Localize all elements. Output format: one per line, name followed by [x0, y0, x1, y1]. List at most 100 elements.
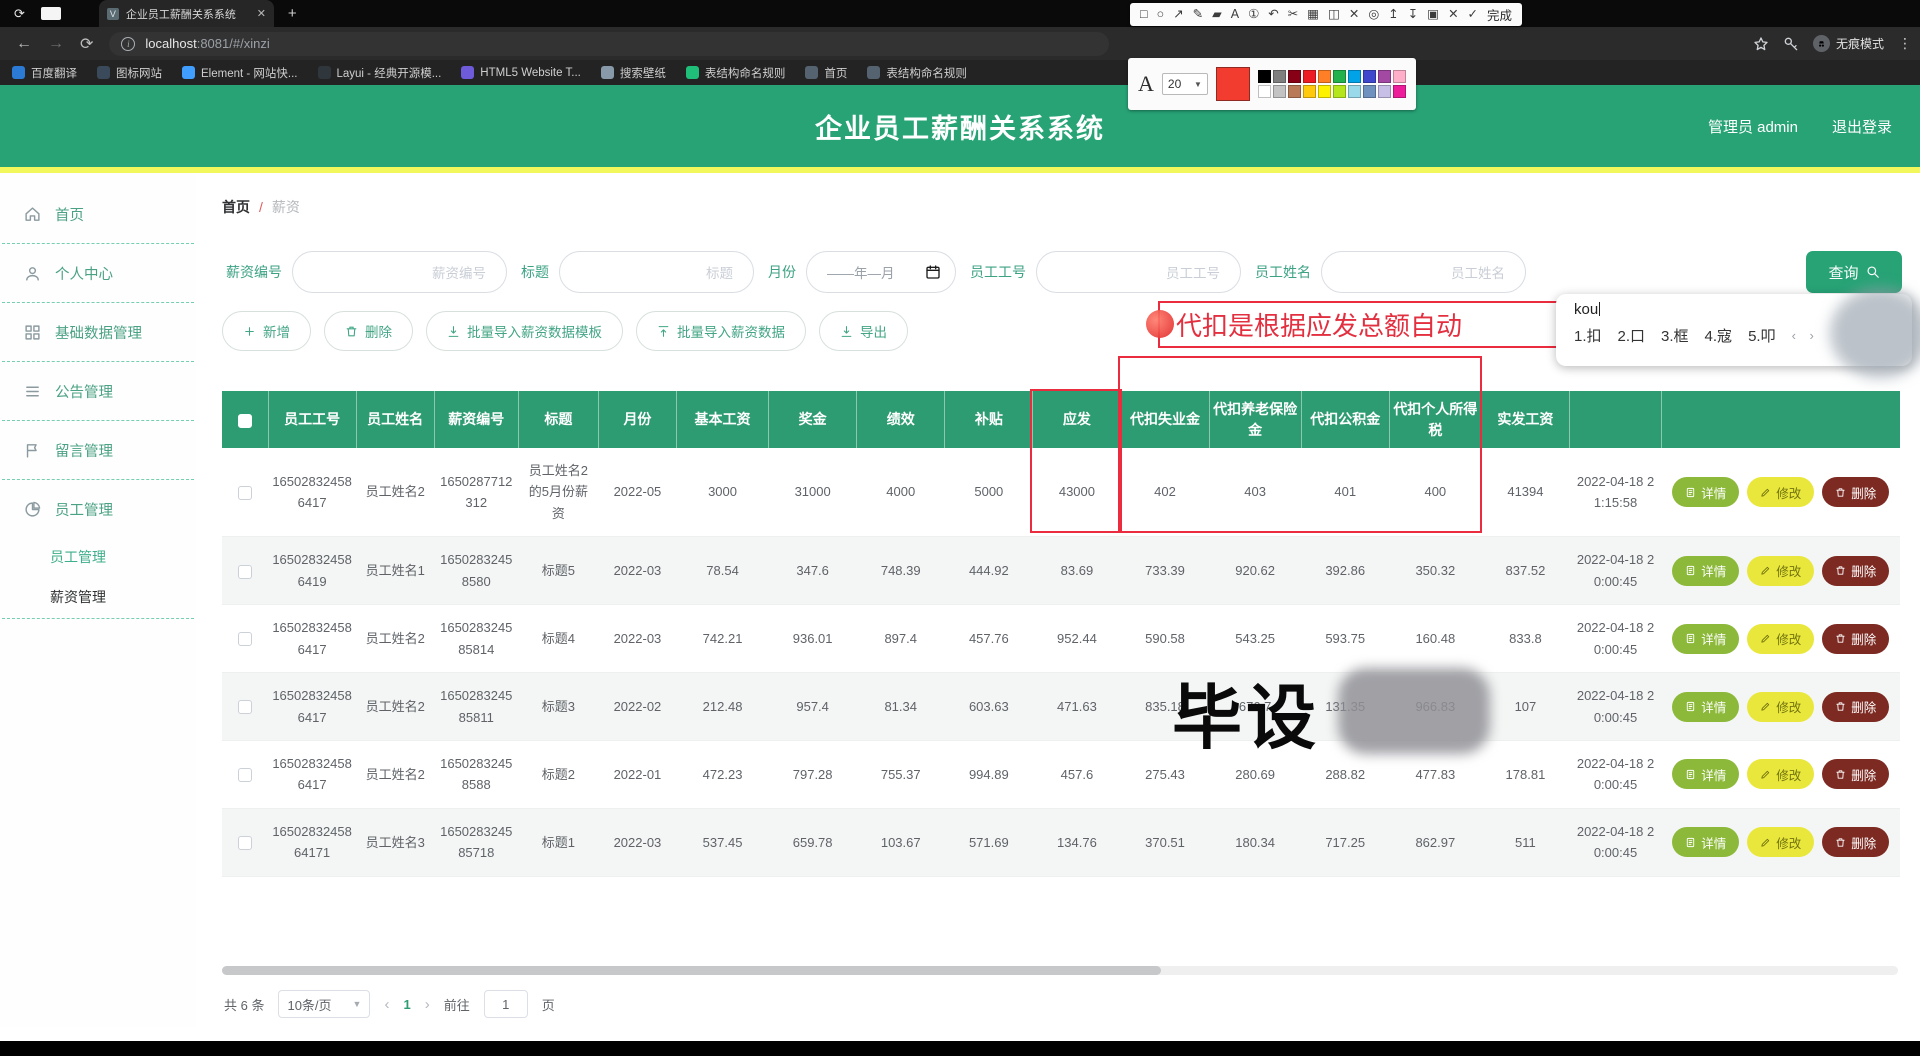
filter-input-标题[interactable]: 标题 — [559, 251, 754, 293]
new-tab-button[interactable]: + — [288, 5, 297, 22]
row-checkbox[interactable] — [238, 632, 253, 647]
palette-swatch[interactable] — [1392, 70, 1406, 83]
bookmark-star-icon[interactable] — [1753, 36, 1769, 52]
row-action-修改[interactable]: 修改 — [1747, 691, 1815, 722]
horizontal-scrollbar[interactable] — [222, 966, 1898, 975]
row-checkbox[interactable] — [238, 486, 253, 500]
bookmark-item[interactable]: HTML5 Website T... — [461, 66, 581, 79]
bookmark-item[interactable]: Element - 网站快... — [182, 65, 298, 81]
palette-swatch[interactable] — [1362, 85, 1376, 98]
row-checkbox[interactable] — [238, 700, 253, 715]
ellipse-icon[interactable]: ○ — [1157, 8, 1165, 21]
row-action-修改[interactable]: 修改 — [1747, 477, 1815, 508]
close-icon[interactable]: ✕ — [1349, 8, 1359, 21]
row-checkbox[interactable] — [238, 836, 253, 851]
palette-swatch[interactable] — [1287, 70, 1301, 83]
undo-icon[interactable]: ↶ — [1268, 8, 1278, 21]
ime-candidate[interactable]: 3.框 — [1661, 325, 1689, 346]
current-page[interactable]: 1 — [403, 997, 410, 1012]
row-action-详情[interactable]: 详情 — [1672, 477, 1740, 508]
reload-icon[interactable]: ⟳ — [80, 34, 93, 54]
ime-pager-arrows[interactable]: ‹ › — [1792, 328, 1819, 343]
refresh-icon[interactable]: ⟳ — [14, 6, 25, 22]
toolbar-button-批量导入薪资数据模板[interactable]: 批量导入薪资数据模板 — [426, 311, 623, 351]
row-action-删除[interactable]: 删除 — [1822, 759, 1890, 790]
row-action-删除[interactable]: 删除 — [1822, 827, 1890, 858]
save-icon[interactable]: ▣ — [1427, 8, 1439, 21]
bookmark-item[interactable]: 表结构命名规则 — [685, 65, 785, 81]
ime-candidate[interactable]: 5.叩 — [1748, 325, 1776, 346]
key-icon[interactable] — [1783, 36, 1799, 52]
bookmark-item[interactable]: 图标网站 — [97, 65, 162, 81]
palette-swatch[interactable] — [1272, 70, 1286, 83]
row-action-删除[interactable]: 删除 — [1822, 623, 1890, 654]
row-action-删除[interactable]: 删除 — [1822, 555, 1890, 586]
sidebar-subitem-员工管理[interactable]: 员工管理 — [0, 538, 196, 576]
filter-input-员工姓名[interactable]: 员工姓名 — [1321, 251, 1526, 293]
site-info-icon[interactable]: i — [121, 36, 136, 51]
row-action-删除[interactable]: 删除 — [1822, 691, 1890, 722]
bookmark-item[interactable]: 百度翻译 — [12, 65, 77, 81]
palette-swatch[interactable] — [1377, 85, 1391, 98]
sidebar-item-基础数据管理[interactable]: 基础数据管理 — [0, 312, 196, 352]
sidebar-item-员工管理[interactable]: 员工管理 — [0, 489, 196, 529]
font-size-select[interactable]: 20 ▼ — [1161, 73, 1208, 95]
palette-swatch[interactable] — [1317, 70, 1331, 83]
sidebar-item-首页[interactable]: 首页 — [0, 194, 196, 234]
row-action-详情[interactable]: 详情 — [1672, 759, 1740, 790]
row-action-详情[interactable]: 详情 — [1672, 555, 1740, 586]
menu-kebab-icon[interactable]: ⋮ — [1898, 35, 1912, 52]
pen-icon[interactable]: ✎ — [1193, 8, 1203, 21]
filter-input-员工工号[interactable]: 员工工号 — [1036, 251, 1241, 293]
scrollbar-thumb[interactable] — [222, 966, 1161, 975]
prev-page-icon[interactable]: ‹ — [384, 996, 389, 1013]
browser-tab[interactable]: V 企业员工薪酬关系系统 ✕ — [98, 0, 274, 27]
highlighter-icon[interactable]: ▰ — [1212, 8, 1222, 21]
sidebar-item-公告管理[interactable]: 公告管理 — [0, 371, 196, 411]
select-all-checkbox[interactable] — [237, 413, 252, 428]
cancel-icon[interactable]: ✕ — [1448, 8, 1458, 21]
back-icon[interactable]: ← — [16, 35, 32, 53]
logout-link[interactable]: 退出登录 — [1832, 116, 1892, 137]
row-action-详情[interactable]: 详情 — [1672, 691, 1740, 722]
row-checkbox[interactable] — [238, 768, 253, 783]
scissors-icon[interactable]: ✂ — [1288, 8, 1298, 21]
bookmark-item[interactable]: 搜索壁纸 — [600, 65, 666, 81]
palette-swatch[interactable] — [1302, 85, 1316, 98]
record-icon[interactable]: ◎ — [1368, 8, 1379, 21]
palette-swatch[interactable] — [1347, 70, 1361, 83]
bookmark-item[interactable]: Layui - 经典开源模... — [317, 65, 441, 81]
window-icon[interactable] — [40, 7, 61, 20]
palette-swatch[interactable] — [1317, 85, 1331, 98]
filter-input-月份[interactable]: ——年—月 — [806, 251, 956, 293]
search-button[interactable]: 查询 — [1806, 251, 1902, 293]
palette-swatch[interactable] — [1347, 85, 1361, 98]
palette-swatch[interactable] — [1257, 70, 1271, 83]
toolbar-button-新增[interactable]: 新增 — [222, 311, 311, 351]
row-action-详情[interactable]: 详情 — [1672, 827, 1740, 858]
toolbar-button-删除[interactable]: 删除 — [324, 311, 413, 351]
row-action-详情[interactable]: 详情 — [1672, 623, 1740, 654]
breadcrumb-home[interactable]: 首页 — [222, 197, 250, 217]
sidebar-item-个人中心[interactable]: 个人中心 — [0, 253, 196, 293]
row-action-删除[interactable]: 删除 — [1822, 477, 1890, 508]
ime-candidate[interactable]: 4.寇 — [1705, 325, 1733, 346]
bookmark-item[interactable]: 表结构命名规则 — [867, 65, 967, 81]
text-icon[interactable]: A — [1231, 8, 1239, 21]
address-bar[interactable]: i localhost:8081/#/xinzi — [109, 31, 1110, 56]
ime-candidate[interactable]: 1.扣 — [1574, 325, 1602, 346]
bookmark-item[interactable]: 首页 — [805, 65, 847, 81]
palette-swatch[interactable] — [1362, 70, 1376, 83]
selected-color-swatch[interactable] — [1215, 67, 1250, 101]
row-action-修改[interactable]: 修改 — [1747, 623, 1815, 654]
tab-close-icon[interactable]: ✕ — [257, 7, 266, 20]
palette-swatch[interactable] — [1272, 85, 1286, 98]
palette-swatch[interactable] — [1377, 70, 1391, 83]
row-action-修改[interactable]: 修改 — [1747, 759, 1815, 790]
download-icon[interactable]: ↧ — [1408, 8, 1418, 21]
forward-icon[interactable]: → — [48, 35, 64, 53]
eraser-icon[interactable]: ◫ — [1328, 8, 1340, 21]
rect-icon[interactable]: □ — [1140, 8, 1148, 21]
sidebar-item-留言管理[interactable]: 留言管理 — [0, 430, 196, 470]
next-page-icon[interactable]: › — [425, 996, 430, 1013]
